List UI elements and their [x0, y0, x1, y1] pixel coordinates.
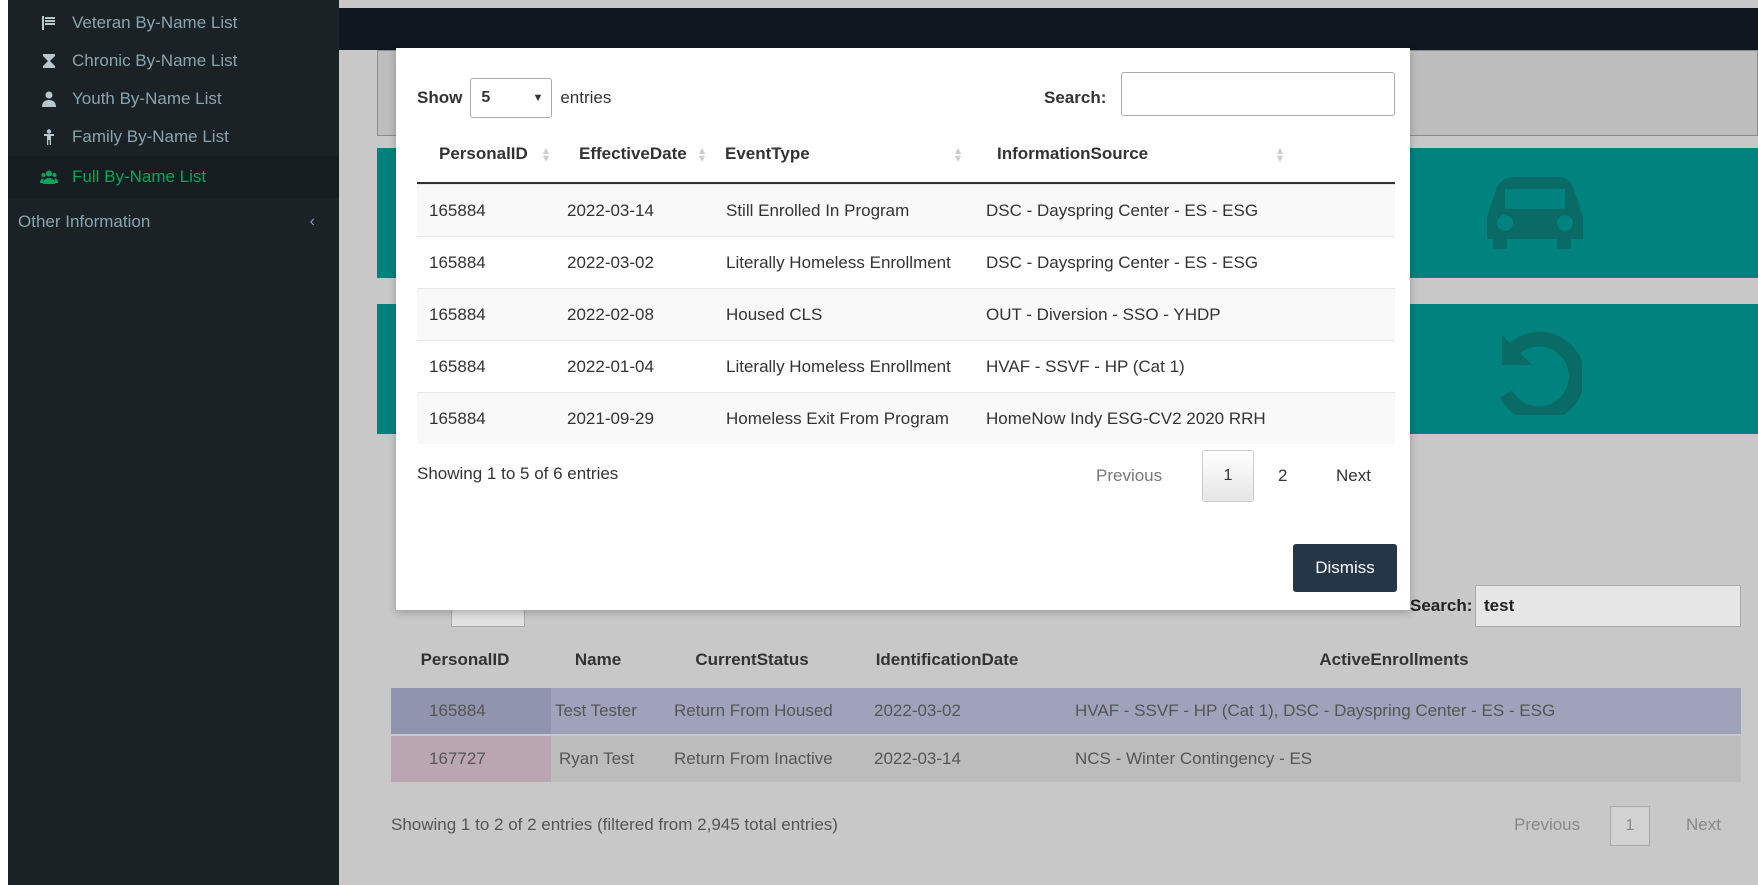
- sidebar-item-label: Youth By-Name List: [72, 89, 222, 108]
- sort-icon: ▴ ▾: [955, 143, 962, 165]
- sidebar: Veteran By-Name List Chronic By-Name Lis…: [8, 0, 339, 885]
- column-header-informationsource[interactable]: InformationSource: [997, 126, 1377, 182]
- sidebar-item-youth[interactable]: Youth By-Name List: [8, 78, 339, 120]
- cell-personalid: 165884: [429, 201, 486, 220]
- cell-personalid: 165884: [429, 305, 486, 324]
- sidebar-item-label: Full By-Name List: [72, 167, 207, 186]
- car-icon: [1477, 156, 1587, 283]
- event-history-modal: Show 5 ▼ entries Search: PersonalID ▴ ▾ E…: [396, 48, 1410, 610]
- column-header-effectivedate[interactable]: EffectiveDate: [579, 126, 739, 182]
- pagination-next[interactable]: Next: [1336, 466, 1371, 486]
- cell-informationsource: HVAF - SSVF - HP (Cat 1): [986, 357, 1185, 376]
- cell-personalid: 165884: [429, 409, 486, 428]
- sort-icon: ▴ ▾: [1277, 143, 1284, 165]
- dropdown-arrow-icon: ▼: [532, 92, 544, 104]
- cell-date: 2022-03-14: [874, 749, 961, 768]
- column-header-personalid[interactable]: PersonalID: [439, 126, 579, 182]
- cell-personalid: 165884: [429, 357, 486, 376]
- sidebar-item-veteran[interactable]: Veteran By-Name List: [8, 2, 339, 44]
- table-row[interactable]: 165884 2022-01-04 Literally Homeless Enr…: [417, 340, 1395, 392]
- cell-eventtype: Literally Homeless Enrollment: [726, 357, 951, 376]
- cell-effectivedate: 2022-01-04: [567, 357, 654, 376]
- sidebar-item-chronic[interactable]: Chronic By-Name List: [8, 40, 339, 82]
- user-icon: [40, 90, 58, 108]
- cell-effectivedate: 2021-09-29: [567, 409, 654, 428]
- table-row[interactable]: 165884 2021-09-29 Homeless Exit From Pro…: [417, 392, 1395, 444]
- table-row[interactable]: 165884 2022-03-02 Literally Homeless Enr…: [417, 236, 1395, 288]
- search-label: Search:: [1044, 88, 1107, 107]
- cell-eventtype: Homeless Exit From Program: [726, 409, 949, 428]
- sidebar-item-label: Family By-Name List: [72, 127, 229, 146]
- cell-personalid: 165884: [429, 253, 486, 272]
- cell-informationsource: OUT - Diversion - SSO - YHDP: [986, 305, 1221, 324]
- flag-icon: [40, 14, 58, 32]
- cell-eventtype: Still Enrolled In Program: [726, 201, 910, 220]
- sidebar-item-label: Veteran By-Name List: [72, 13, 238, 32]
- undo-icon: [1482, 314, 1585, 441]
- cell-name: Ryan Test: [559, 749, 635, 768]
- bg-pagination-next[interactable]: Next: [1686, 815, 1721, 835]
- table-row[interactable]: 165884 Test Tester Return From Housed 20…: [391, 688, 1741, 734]
- table-row[interactable]: 165884 2022-02-08 Housed CLS OUT - Diver…: [417, 288, 1395, 340]
- cell-effectivedate: 2022-03-02: [567, 253, 654, 272]
- column-header-activeenrollments[interactable]: ActiveEnrollments: [1047, 638, 1741, 682]
- cell-personalid: 165884: [429, 701, 486, 720]
- top-navbar: [339, 8, 1758, 50]
- column-header-name[interactable]: Name: [539, 638, 657, 682]
- column-header-identificationdate[interactable]: IdentificationDate: [847, 638, 1047, 682]
- bg-table-info: Showing 1 to 2 of 2 entries (filtered fr…: [391, 815, 838, 834]
- cell-date: 2022-03-02: [874, 701, 961, 720]
- cell-status: Return From Housed: [674, 701, 833, 720]
- cell-informationsource: DSC - Dayspring Center - ES - ESG: [986, 253, 1259, 272]
- sort-icon: ▴ ▾: [543, 143, 550, 165]
- cell-name: Test Tester: [555, 701, 637, 720]
- column-header-eventtype[interactable]: EventType: [725, 126, 965, 182]
- cell-eventtype: Housed CLS: [726, 305, 823, 324]
- entries-select[interactable]: 5 ▼: [470, 78, 553, 118]
- table-info: Showing 1 to 5 of 6 entries: [417, 464, 619, 483]
- bg-pagination-previous[interactable]: Previous: [1514, 815, 1580, 835]
- bg-search-input[interactable]: test: [1475, 585, 1741, 627]
- cell-status: Return From Inactive: [674, 749, 833, 768]
- sidebar-item-label: Chronic By-Name List: [72, 51, 238, 70]
- child-icon: [40, 128, 58, 146]
- dismiss-button[interactable]: Dismiss: [1293, 544, 1397, 592]
- table-row[interactable]: 165884 2022-03-14 Still Enrolled In Prog…: [417, 184, 1395, 236]
- sidebar-item-full[interactable]: Full By-Name List: [8, 156, 339, 198]
- bg-search-label: Search:: [1410, 596, 1473, 615]
- pagination-page-2[interactable]: 2: [1278, 466, 1287, 486]
- cell-effectivedate: 2022-03-14: [567, 201, 654, 220]
- cell-informationsource: DSC - Dayspring Center - ES - ESG: [986, 201, 1259, 220]
- sidebar-item-label: Other Information: [18, 212, 151, 231]
- column-header-currentstatus[interactable]: CurrentStatus: [657, 638, 847, 682]
- pagination-page-1[interactable]: 1: [1202, 450, 1254, 502]
- show-label: Show: [417, 88, 463, 107]
- cell-personalid: 167727: [429, 749, 486, 768]
- cell-enrollments: HVAF - SSVF - HP (Cat 1), DSC - Daysprin…: [1075, 701, 1556, 720]
- sort-icon: ▴ ▾: [699, 143, 706, 165]
- bg-pagination-page-1[interactable]: 1: [1610, 806, 1650, 846]
- cell-informationsource: HomeNow Indy ESG-CV2 2020 RRH: [986, 409, 1266, 428]
- chevron-left-icon: ‹: [309, 213, 315, 230]
- sidebar-item-family[interactable]: Family By-Name List: [8, 116, 339, 158]
- cell-effectivedate: 2022-02-08: [567, 305, 654, 324]
- pagination-previous[interactable]: Previous: [1096, 466, 1162, 486]
- sidebar-item-other-information[interactable]: Other Information ‹: [8, 201, 339, 243]
- column-header-personalid[interactable]: PersonalID: [391, 638, 539, 682]
- cell-eventtype: Literally Homeless Enrollment: [726, 253, 951, 272]
- users-icon: [40, 168, 58, 186]
- search-input[interactable]: [1121, 72, 1395, 116]
- entries-label: entries: [560, 88, 612, 107]
- cell-enrollments: NCS - Winter Contingency - ES: [1075, 749, 1313, 768]
- entries-length-control: Show 5 ▼ entries: [417, 78, 611, 118]
- table-row[interactable]: 167727 Ryan Test Return From Inactive 20…: [391, 736, 1741, 782]
- hourglass-icon: [40, 52, 58, 70]
